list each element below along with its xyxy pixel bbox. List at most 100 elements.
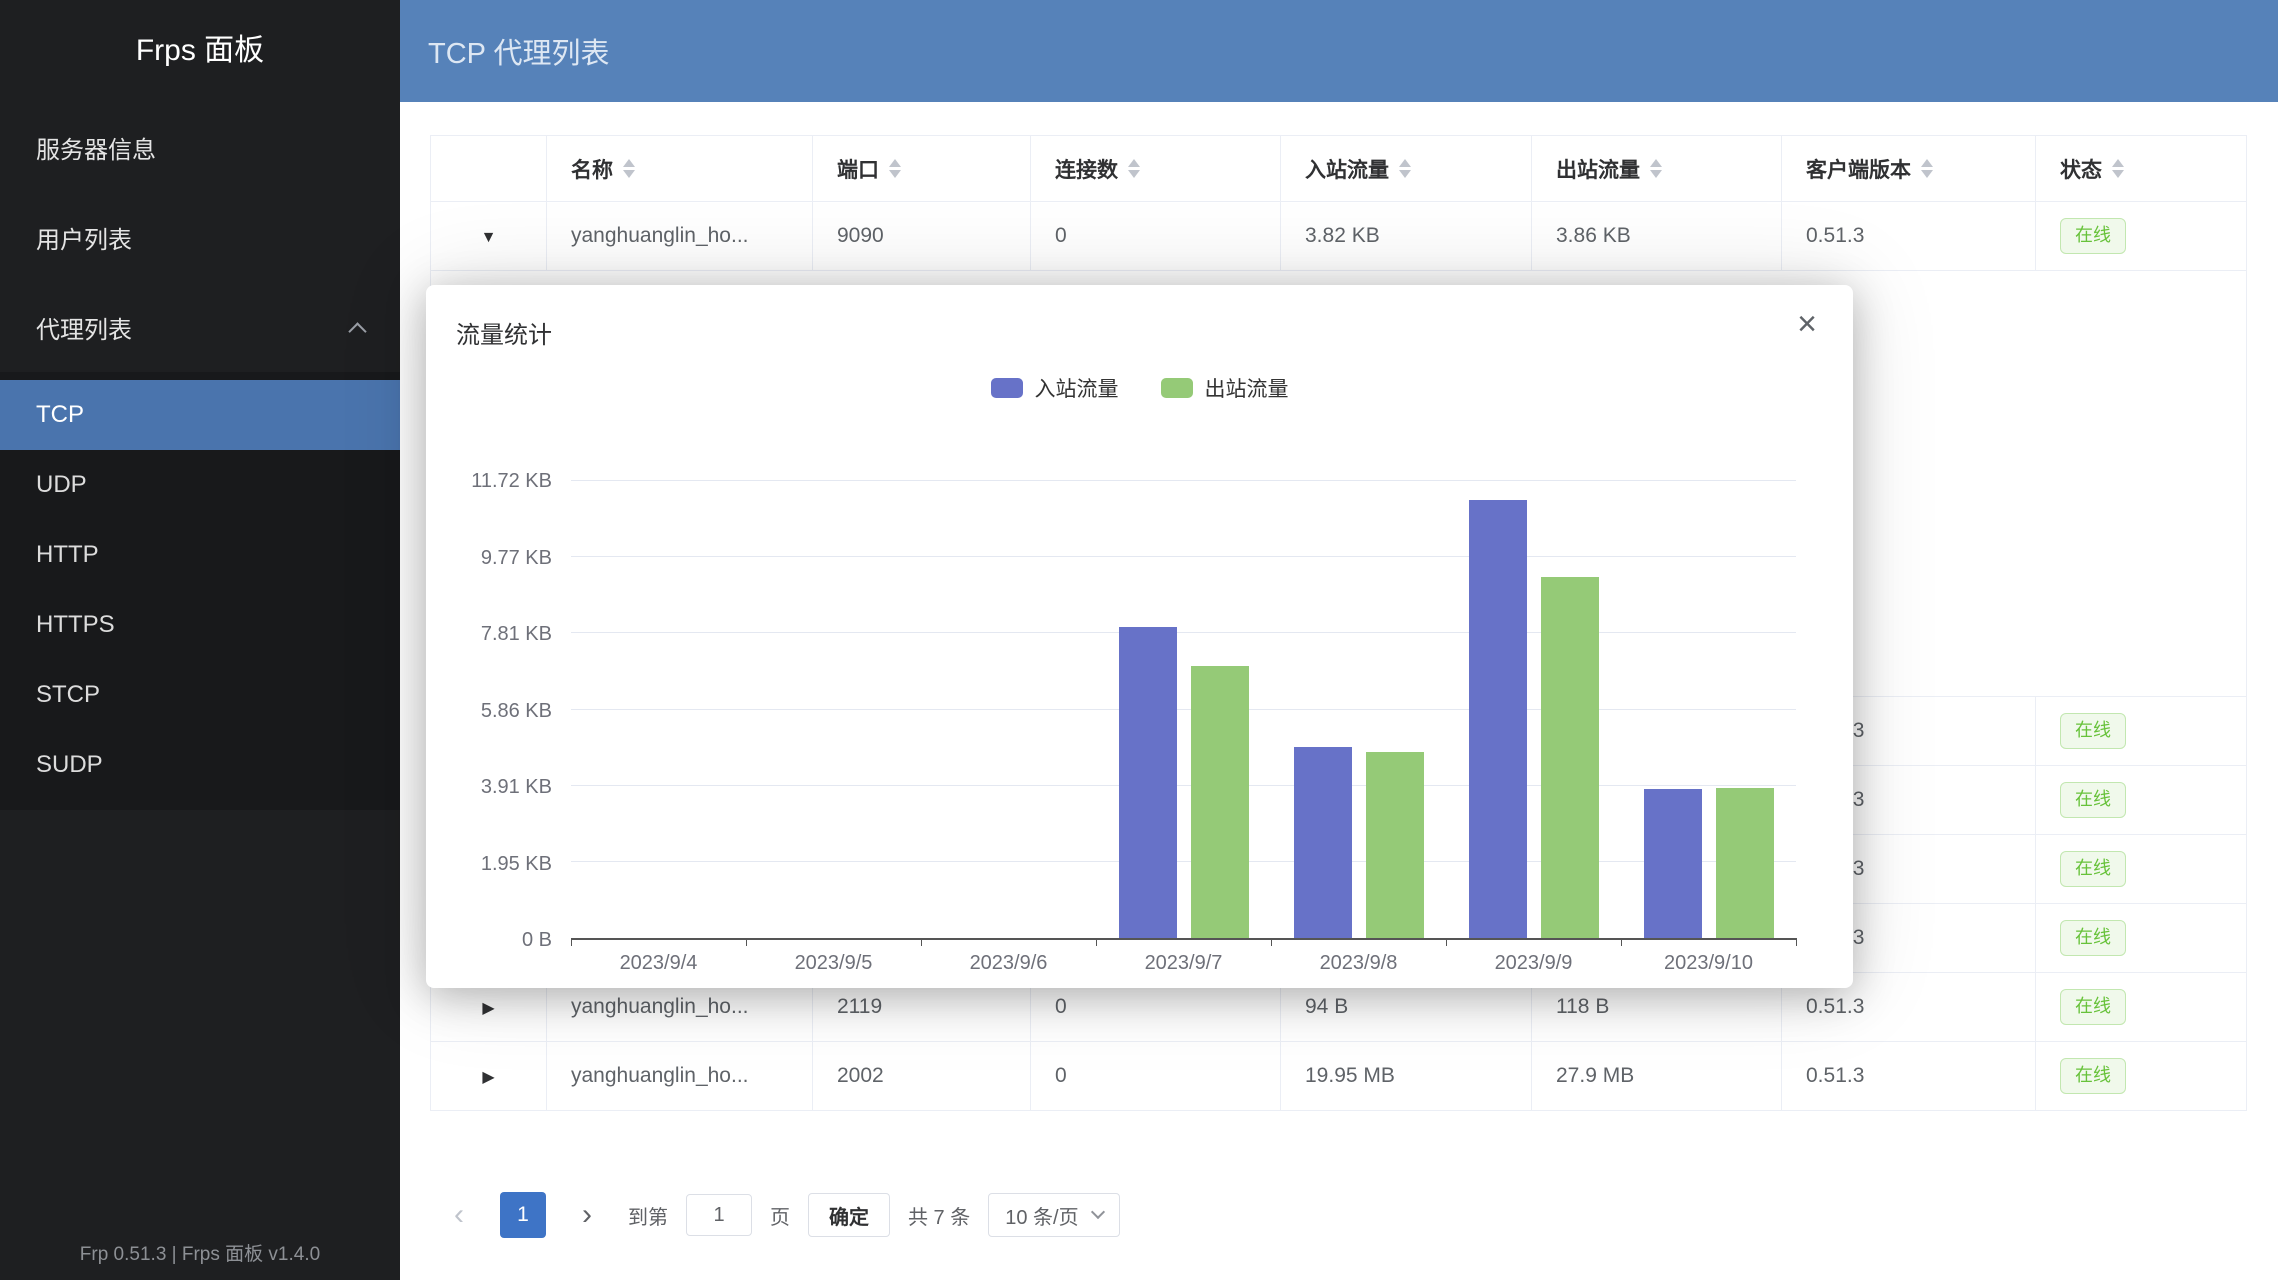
- bar-入站流量[interactable]: [1294, 747, 1352, 938]
- expand-column-header: [431, 136, 547, 202]
- sidebar-item-1[interactable]: 服务器信息: [0, 102, 400, 192]
- page-number-button[interactable]: 1: [500, 1192, 546, 1238]
- bar-group: [746, 481, 921, 938]
- column-header[interactable]: 入站流量: [1281, 136, 1532, 202]
- bar-group: [1271, 481, 1446, 938]
- cell-traffic-out: 3.86 KB: [1532, 202, 1782, 271]
- sort-desc-icon[interactable]: [2112, 170, 2124, 178]
- confirm-button[interactable]: 确定: [808, 1193, 890, 1237]
- sort-desc-icon[interactable]: [623, 170, 635, 178]
- close-icon[interactable]: ×: [1797, 307, 1817, 341]
- sidebar-subitem-sudp[interactable]: SUDP: [0, 730, 400, 800]
- legend-item[interactable]: 入站流量: [991, 373, 1119, 403]
- column-label: 名称: [571, 154, 613, 184]
- y-axis-label: 11.72 KB: [426, 469, 552, 493]
- sort-asc-icon[interactable]: [1399, 159, 1411, 167]
- x-axis-label: 2023/9/10: [1621, 952, 1796, 975]
- sidebar-subitem-https[interactable]: HTTPS: [0, 590, 400, 660]
- x-axis-tick: [1096, 938, 1097, 946]
- chevron-down-icon: [1091, 1205, 1105, 1219]
- column-header[interactable]: 端口: [813, 136, 1031, 202]
- goto-page-input[interactable]: [686, 1194, 752, 1236]
- column-header[interactable]: 名称: [547, 136, 813, 202]
- bar-出站流量[interactable]: [1366, 752, 1424, 938]
- bar-入站流量[interactable]: [1119, 627, 1177, 938]
- x-axis-tick: [746, 938, 747, 946]
- collapse-row-icon[interactable]: ▼: [481, 229, 497, 246]
- sort-icon[interactable]: [1399, 159, 1411, 178]
- bar-出站流量[interactable]: [1541, 577, 1599, 938]
- sidebar-item-label: 代理列表: [36, 310, 132, 345]
- page-size-select[interactable]: 10 条/页: [988, 1193, 1119, 1237]
- column-label: 连接数: [1055, 154, 1118, 184]
- column-label: 客户端版本: [1806, 154, 1911, 184]
- cell-traffic-in: 19.95 MB: [1281, 1042, 1532, 1111]
- x-axis-label: 2023/9/5: [746, 952, 921, 975]
- sort-icon[interactable]: [1650, 159, 1662, 178]
- bar-出站流量[interactable]: [1716, 788, 1774, 939]
- cell-port: 9090: [813, 202, 1031, 271]
- x-axis-tick: [1796, 938, 1797, 946]
- sort-desc-icon[interactable]: [889, 170, 901, 178]
- cell-connections: 0: [1031, 202, 1281, 271]
- next-page-button[interactable]: ›: [564, 1192, 610, 1238]
- sort-asc-icon[interactable]: [1921, 159, 1933, 167]
- cell-traffic-in: 3.82 KB: [1281, 202, 1532, 271]
- legend-swatch: [1161, 378, 1193, 398]
- column-header[interactable]: 出站流量: [1532, 136, 1782, 202]
- x-axis-tick: [571, 938, 572, 946]
- sort-asc-icon[interactable]: [623, 159, 635, 167]
- status-badge: 在线: [2060, 989, 2126, 1025]
- sort-icon[interactable]: [1128, 159, 1140, 178]
- status-badge: 在线: [2060, 218, 2126, 254]
- sort-asc-icon[interactable]: [1650, 159, 1662, 167]
- sort-desc-icon[interactable]: [1650, 170, 1662, 178]
- sort-desc-icon[interactable]: [1399, 170, 1411, 178]
- cell-status: 在线: [2036, 835, 2247, 904]
- sort-icon[interactable]: [889, 159, 901, 178]
- chart-y-axis: 0 B1.95 KB3.91 KB5.86 KB7.81 KB9.77 KB11…: [426, 481, 552, 940]
- sidebar-item-3[interactable]: 代理列表: [0, 282, 400, 372]
- sidebar-menu: 服务器信息用户列表代理列表: [0, 102, 400, 372]
- column-header[interactable]: 状态: [2036, 136, 2247, 202]
- sort-asc-icon[interactable]: [889, 159, 901, 167]
- bar-入站流量[interactable]: [1644, 789, 1702, 938]
- sidebar-item-label: 服务器信息: [36, 130, 156, 165]
- column-header[interactable]: 客户端版本: [1782, 136, 2036, 202]
- expand-row-icon[interactable]: ▶: [482, 1069, 494, 1086]
- sort-icon[interactable]: [623, 159, 635, 178]
- x-axis-label: 2023/9/7: [1096, 952, 1271, 975]
- sort-asc-icon[interactable]: [2112, 159, 2124, 167]
- legend-label: 出站流量: [1205, 373, 1289, 403]
- sidebar-item-2[interactable]: 用户列表: [0, 192, 400, 282]
- x-axis-label: 2023/9/9: [1446, 952, 1621, 975]
- chart-legend: 入站流量 出站流量: [426, 373, 1853, 403]
- status-badge: 在线: [2060, 851, 2126, 887]
- total-count-label: 共 7 条: [908, 1201, 970, 1230]
- expand-row-icon[interactable]: ▶: [482, 1000, 494, 1017]
- sidebar-footer: Frp 0.51.3 | Frps 面板 v1.4.0: [0, 1239, 400, 1266]
- sort-asc-icon[interactable]: [1128, 159, 1140, 167]
- cell-traffic-out: 27.9 MB: [1532, 1042, 1782, 1111]
- cell-status: 在线: [2036, 697, 2247, 766]
- prev-page-button[interactable]: ‹: [436, 1192, 482, 1238]
- bar-入站流量[interactable]: [1469, 500, 1527, 938]
- traffic-stats-dialog: 流量统计 × 入站流量出站流量 0 B1.95 KB3.91 KB5.86 KB…: [426, 285, 1853, 988]
- legend-item[interactable]: 出站流量: [1161, 373, 1289, 403]
- status-badge: 在线: [2060, 713, 2126, 749]
- sidebar-subitem-udp[interactable]: UDP: [0, 450, 400, 520]
- column-header[interactable]: 连接数: [1031, 136, 1281, 202]
- sidebar-item-label: 用户列表: [36, 220, 132, 255]
- sort-icon[interactable]: [2112, 159, 2124, 178]
- bar-出站流量[interactable]: [1191, 666, 1249, 938]
- sort-icon[interactable]: [1921, 159, 1933, 178]
- sort-desc-icon[interactable]: [1128, 170, 1140, 178]
- sidebar-subitem-stcp[interactable]: STCP: [0, 660, 400, 730]
- bar-group: [1446, 481, 1621, 938]
- sidebar-subitem-http[interactable]: HTTP: [0, 520, 400, 590]
- column-label: 状态: [2060, 154, 2102, 184]
- y-axis-label: 5.86 KB: [426, 699, 552, 723]
- sidebar-subitem-tcp[interactable]: TCP: [0, 380, 400, 450]
- x-axis-label: 2023/9/8: [1271, 952, 1446, 975]
- sort-desc-icon[interactable]: [1921, 170, 1933, 178]
